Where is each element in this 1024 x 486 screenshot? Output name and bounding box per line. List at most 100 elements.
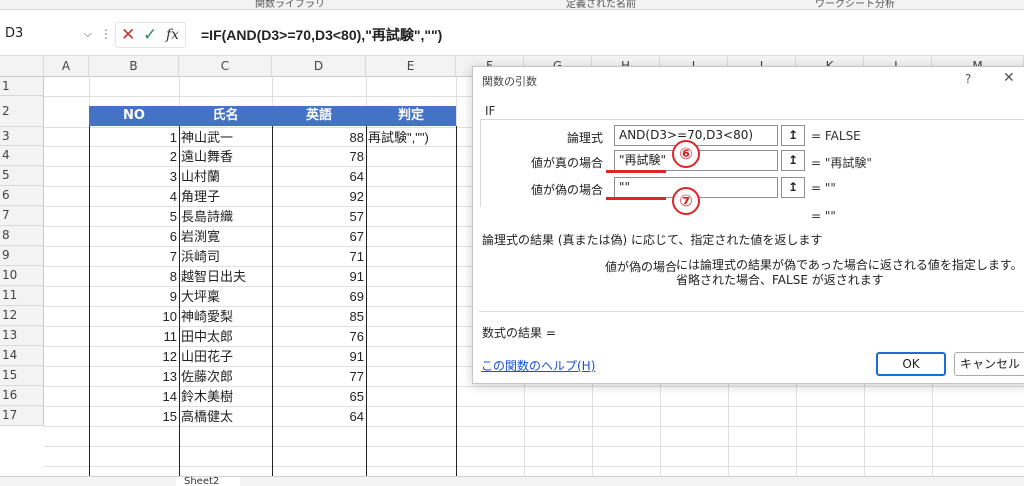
row-header-16[interactable]: 16 xyxy=(0,386,44,406)
cell-no[interactable]: 10 xyxy=(89,307,179,326)
cell-no[interactable]: 7 xyxy=(89,247,179,266)
cell-name[interactable]: 田中太郎 xyxy=(179,327,272,346)
cell-no[interactable]: 12 xyxy=(89,347,179,366)
row-header-10[interactable]: 10 xyxy=(0,266,44,286)
insert-function-icon[interactable]: fx xyxy=(166,24,179,46)
cell-judgement[interactable] xyxy=(366,267,456,286)
ribbon-group-defined-names[interactable]: 定義された名前 xyxy=(566,0,636,10)
row-header-12[interactable]: 12 xyxy=(0,306,44,326)
cell-no[interactable]: 15 xyxy=(89,407,179,426)
cell-no[interactable]: 3 xyxy=(89,167,179,186)
cell-judgement[interactable] xyxy=(366,147,456,166)
cell-judgement[interactable] xyxy=(366,307,456,326)
cell-judgement[interactable] xyxy=(366,167,456,186)
cell-name[interactable]: 角理子 xyxy=(179,187,272,206)
cell-score[interactable]: 71 xyxy=(272,247,366,266)
row-header-7[interactable]: 7 xyxy=(0,206,44,226)
cell-name[interactable]: 神崎愛梨 xyxy=(179,307,272,326)
row-header-5[interactable]: 5 xyxy=(0,166,44,186)
cell-no[interactable]: 1 xyxy=(89,128,179,147)
cancel-icon[interactable]: ✕ xyxy=(121,24,135,46)
function-help-link[interactable]: この関数のヘルプ(H) xyxy=(481,357,595,374)
cell-score[interactable]: 64 xyxy=(272,167,366,186)
cell-score[interactable]: 57 xyxy=(272,207,366,226)
cell-score[interactable]: 91 xyxy=(272,347,366,366)
row-header-13[interactable]: 13 xyxy=(0,326,44,346)
row-header-15[interactable]: 15 xyxy=(0,366,44,386)
cell-score[interactable]: 85 xyxy=(272,307,366,326)
cell-judgement[interactable] xyxy=(366,367,456,386)
collapse-dialog-icon[interactable]: ↥ xyxy=(781,177,805,198)
cell-score[interactable]: 78 xyxy=(272,147,366,166)
cell-score[interactable]: 67 xyxy=(272,227,366,246)
table-header-no[interactable]: NO xyxy=(89,106,179,126)
column-header-e[interactable]: E xyxy=(366,56,456,77)
formula-input[interactable]: =IF(AND(D3>=70,D3<80),"再試験","") xyxy=(201,25,442,45)
cell-name[interactable]: 山村蘭 xyxy=(179,167,272,186)
row-header-4[interactable]: 4 xyxy=(0,146,44,166)
cell-judgement[interactable] xyxy=(366,227,456,246)
cell-judgement[interactable] xyxy=(366,407,456,426)
ribbon-group-function-library[interactable]: 関数ライブラリ xyxy=(255,0,325,10)
cell-score[interactable]: 64 xyxy=(272,407,366,426)
cell-judgement[interactable] xyxy=(366,187,456,206)
cell-name[interactable]: 浜崎司 xyxy=(179,247,272,266)
cell-name[interactable]: 大坪稟 xyxy=(179,287,272,306)
column-header-c[interactable]: C xyxy=(179,56,272,77)
cell-no[interactable]: 14 xyxy=(89,387,179,406)
cell-judgement[interactable] xyxy=(366,327,456,346)
cell-name[interactable]: 高橋健太 xyxy=(179,407,272,426)
ribbon-group-formula-auditing[interactable]: ワークシート分析 xyxy=(815,0,895,10)
cell-no[interactable]: 6 xyxy=(89,227,179,246)
formula-bar-divider-icon[interactable]: ⋮ xyxy=(100,27,112,41)
cell-no[interactable]: 9 xyxy=(89,287,179,306)
cancel-button[interactable]: キャンセル xyxy=(954,352,1024,376)
row-header-6[interactable]: 6 xyxy=(0,186,44,206)
cell-score[interactable]: 92 xyxy=(272,187,366,206)
cell-score[interactable]: 88 xyxy=(272,128,366,147)
cell-name[interactable]: 越智日出夫 xyxy=(179,267,272,286)
chevron-down-icon[interactable]: ⌵ xyxy=(84,22,92,46)
arg-input-logical-test[interactable]: AND(D3>=70,D3<80) xyxy=(614,125,778,146)
row-header-1[interactable]: 1 xyxy=(0,77,44,96)
cell-no[interactable]: 13 xyxy=(89,367,179,386)
cell-name[interactable]: 遠山舞香 xyxy=(179,147,272,166)
sheet-tab[interactable]: Sheet2 xyxy=(176,477,240,486)
row-header-17[interactable]: 17 xyxy=(0,406,44,426)
close-icon[interactable]: ✕ xyxy=(1003,70,1015,86)
row-header-9[interactable]: 9 xyxy=(0,246,44,266)
collapse-dialog-icon[interactable]: ↥ xyxy=(781,150,805,171)
column-header-b[interactable]: B xyxy=(89,56,179,77)
cell-score[interactable]: 76 xyxy=(272,327,366,346)
table-header-name[interactable]: 氏名 xyxy=(179,106,272,126)
cell-name[interactable]: 長島詩織 xyxy=(179,207,272,226)
cell-no[interactable]: 8 xyxy=(89,267,179,286)
help-icon[interactable]: ? xyxy=(965,72,971,86)
cell-judgement[interactable] xyxy=(366,287,456,306)
row-header-3[interactable]: 3 xyxy=(0,127,44,146)
cell-no[interactable]: 2 xyxy=(89,147,179,166)
table-header-judgement[interactable]: 判定 xyxy=(366,106,456,126)
column-header-a[interactable]: A xyxy=(44,56,89,77)
cell-no[interactable]: 11 xyxy=(89,327,179,346)
cell-name[interactable]: 岩渕寛 xyxy=(179,227,272,246)
row-header-11[interactable]: 11 xyxy=(0,286,44,306)
cell-no[interactable]: 4 xyxy=(89,187,179,206)
cell-no[interactable]: 5 xyxy=(89,207,179,226)
cell-name[interactable]: 鈴木美樹 xyxy=(179,387,272,406)
cell-name[interactable]: 山田花子 xyxy=(179,347,272,366)
row-header-14[interactable]: 14 xyxy=(0,346,44,366)
cell-judgement[interactable]: 再試験","") xyxy=(366,128,456,147)
cell-score[interactable]: 69 xyxy=(272,287,366,306)
row-header-2[interactable]: 2 xyxy=(0,96,44,127)
name-box[interactable]: D3 ⌵ xyxy=(0,22,96,46)
row-header-8[interactable]: 8 xyxy=(0,226,44,246)
cell-name[interactable]: 神山武一 xyxy=(179,128,272,147)
ok-button[interactable]: OK xyxy=(876,352,946,376)
cell-judgement[interactable] xyxy=(366,387,456,406)
cell-score[interactable]: 77 xyxy=(272,367,366,386)
cell-judgement[interactable] xyxy=(366,207,456,226)
collapse-dialog-icon[interactable]: ↥ xyxy=(781,125,805,146)
cell-score[interactable]: 65 xyxy=(272,387,366,406)
select-all-corner[interactable] xyxy=(0,56,44,77)
